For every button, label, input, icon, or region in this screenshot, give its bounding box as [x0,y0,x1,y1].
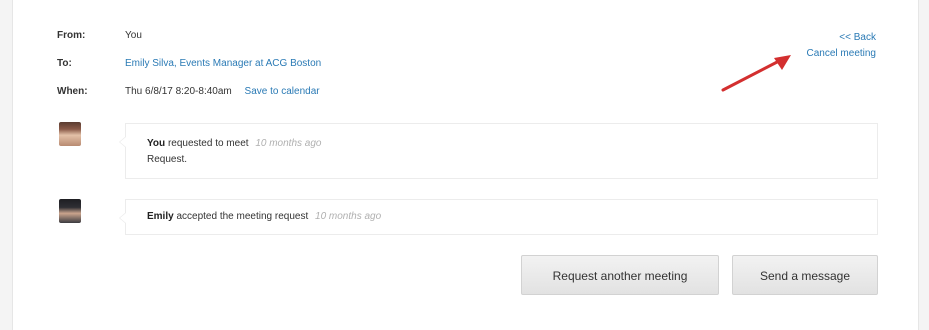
activity-time: 10 months ago [255,138,322,149]
activity-actor: Emily [147,211,174,222]
cancel-meeting-link[interactable]: Cancel meeting [807,46,876,62]
back-link[interactable]: << Back [807,30,876,46]
avatar-emily [59,199,81,223]
activity-line: You requested to meet 10 months ago [147,138,322,149]
activity-item: You requested to meet 10 months ago Requ… [119,123,878,179]
activity-actor: You [147,138,166,149]
send-message-button[interactable]: Send a message [732,255,878,295]
when-value: Thu 6/8/17 8:20-8:40am [125,86,232,97]
annotation-arrow-icon [721,55,791,92]
avatar-you [59,122,81,146]
recipient-link[interactable]: Emily Silva, Events Manager at ACG Bosto… [125,56,321,72]
from-label: From: [57,30,86,41]
top-links: << Back Cancel meeting [807,30,876,62]
when-value-wrap: Thu 6/8/17 8:20-8:40am Save to calendar [125,84,320,100]
when-label: When: [57,86,88,97]
request-another-meeting-button[interactable]: Request another meeting [521,255,719,295]
from-value: You [125,30,142,41]
activity-action: requested to meet [167,138,249,149]
activity-item: Emily accepted the meeting request 10 mo… [119,199,878,235]
meeting-card: From: You To: Emily Silva, Events Manage… [12,0,919,330]
activity-action: accepted the meeting request [176,211,309,222]
activity-message: Request. [147,154,188,165]
activity-time: 10 months ago [315,211,382,222]
activity-line: Emily accepted the meeting request 10 mo… [147,211,381,222]
save-to-calendar-link[interactable]: Save to calendar [245,86,320,97]
to-label: To: [57,58,72,69]
